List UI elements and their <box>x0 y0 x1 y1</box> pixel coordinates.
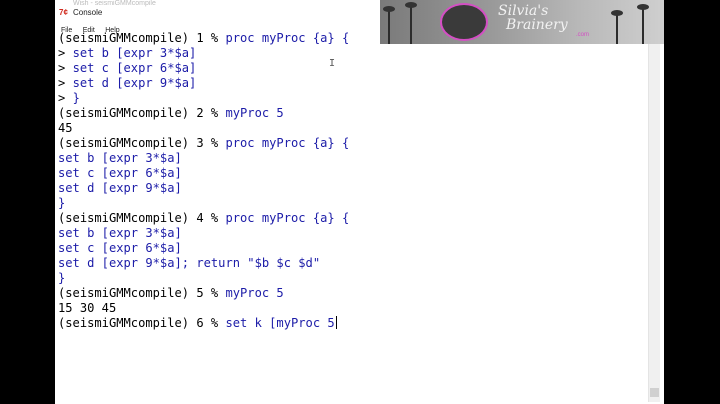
console-line: > set d [expr 9*$a] <box>58 76 196 91</box>
console-prompt: (seismiGMMcompile) 3 % <box>58 136 226 150</box>
palm-tree-icon <box>388 8 390 44</box>
console-line: 15 30 45 <box>58 301 116 316</box>
console-command: set c [expr 6*$a] <box>72 61 197 75</box>
console-line: } <box>58 196 65 211</box>
console-command: set d [expr 9*$a]; return "$b $c $d" <box>58 256 321 270</box>
console-prompt: > <box>58 91 73 105</box>
ibeam-cursor-icon: I <box>329 58 336 69</box>
logo-line2: Brainery <box>506 17 568 33</box>
faint-window-title: Wish - seismiGMMcompile <box>73 0 156 7</box>
console-prompt: (seismiGMMcompile) 6 % <box>58 316 226 330</box>
logo-line1: Silvia's <box>498 3 549 19</box>
console-line: set c [expr 6*$a] <box>58 166 182 181</box>
console-line: 45 <box>58 121 73 136</box>
console-text-area[interactable]: (seismiGMMcompile) 1 % proc myProc {a} {… <box>58 31 650 399</box>
console-prompt: > <box>58 76 73 90</box>
console-command: myProc 5 <box>225 286 284 300</box>
console-prompt: > <box>58 61 73 75</box>
scrollbar-down-arrow[interactable] <box>650 388 659 397</box>
console-line: set d [expr 9*$a] <box>58 181 182 196</box>
console-line: > set b [expr 3*$a] <box>58 46 196 61</box>
console-line: (seismiGMMcompile) 4 % proc myProc {a} { <box>58 211 349 226</box>
console-command: } <box>72 91 80 105</box>
vertical-scrollbar[interactable] <box>648 32 660 402</box>
console-line: set d [expr 9*$a]; return "$b $c $d" <box>58 256 320 271</box>
console-line: set c [expr 6*$a] <box>58 241 182 256</box>
palm-tree-icon <box>642 6 644 44</box>
text-cursor <box>335 316 337 329</box>
console-command: myProc 5 <box>225 106 284 120</box>
console-command: set k [myProc 5 <box>225 316 335 330</box>
console-line: (seismiGMMcompile) 2 % myProc 5 <box>58 106 284 121</box>
console-prompt: (seismiGMMcompile) 4 % <box>58 211 226 225</box>
console-command: set b [expr 3*$a] <box>58 151 182 165</box>
console-line: (seismiGMMcompile) 3 % proc myProc {a} { <box>58 136 349 151</box>
console-command: set b [expr 3*$a] <box>72 46 197 60</box>
console-command: set c [expr 6*$a] <box>58 166 182 180</box>
brand-banner: Silvia's Brainery .com <box>380 0 664 44</box>
window-title: Console <box>73 8 103 17</box>
console-prompt: 45 <box>58 121 73 135</box>
console-line: } <box>58 271 65 286</box>
console-line: (seismiGMMcompile) 5 % myProc 5 <box>58 286 284 301</box>
console-window: Wish - seismiGMMcompile 7¢ Console File … <box>55 0 664 404</box>
console-line: set b [expr 3*$a] <box>58 226 182 241</box>
console-command: set b [expr 3*$a] <box>58 226 182 240</box>
console-command: proc myProc {a} { <box>225 136 350 150</box>
console-command: } <box>58 271 66 285</box>
console-line: > } <box>58 91 80 106</box>
console-command: set d [expr 9*$a] <box>72 76 197 90</box>
console-line: set b [expr 3*$a] <box>58 151 182 166</box>
brainery-logo-icon <box>440 3 488 41</box>
console-prompt: (seismiGMMcompile) 5 % <box>58 286 226 300</box>
console-prompt: (seismiGMMcompile) 1 % <box>58 31 226 45</box>
logo-domain: .com <box>576 32 590 38</box>
console-line: > set c [expr 6*$a] <box>58 61 196 76</box>
palm-tree-icon <box>616 12 618 44</box>
menu-bar: File Edit Help <box>55 19 435 34</box>
console-prompt: 15 30 45 <box>58 301 117 315</box>
console-command: proc myProc {a} { <box>225 211 350 225</box>
console-line: (seismiGMMcompile) 6 % set k [myProc 5 <box>58 316 337 331</box>
tk-feather-icon: 7¢ <box>59 8 68 17</box>
console-command: proc myProc {a} { <box>225 31 350 45</box>
console-line: (seismiGMMcompile) 1 % proc myProc {a} { <box>58 31 349 46</box>
console-command: set d [expr 9*$a] <box>58 181 182 195</box>
console-command: } <box>58 196 66 210</box>
console-prompt: (seismiGMMcompile) 2 % <box>58 106 226 120</box>
palm-tree-icon <box>410 4 412 44</box>
console-prompt: > <box>58 46 73 60</box>
console-command: set c [expr 6*$a] <box>58 241 182 255</box>
